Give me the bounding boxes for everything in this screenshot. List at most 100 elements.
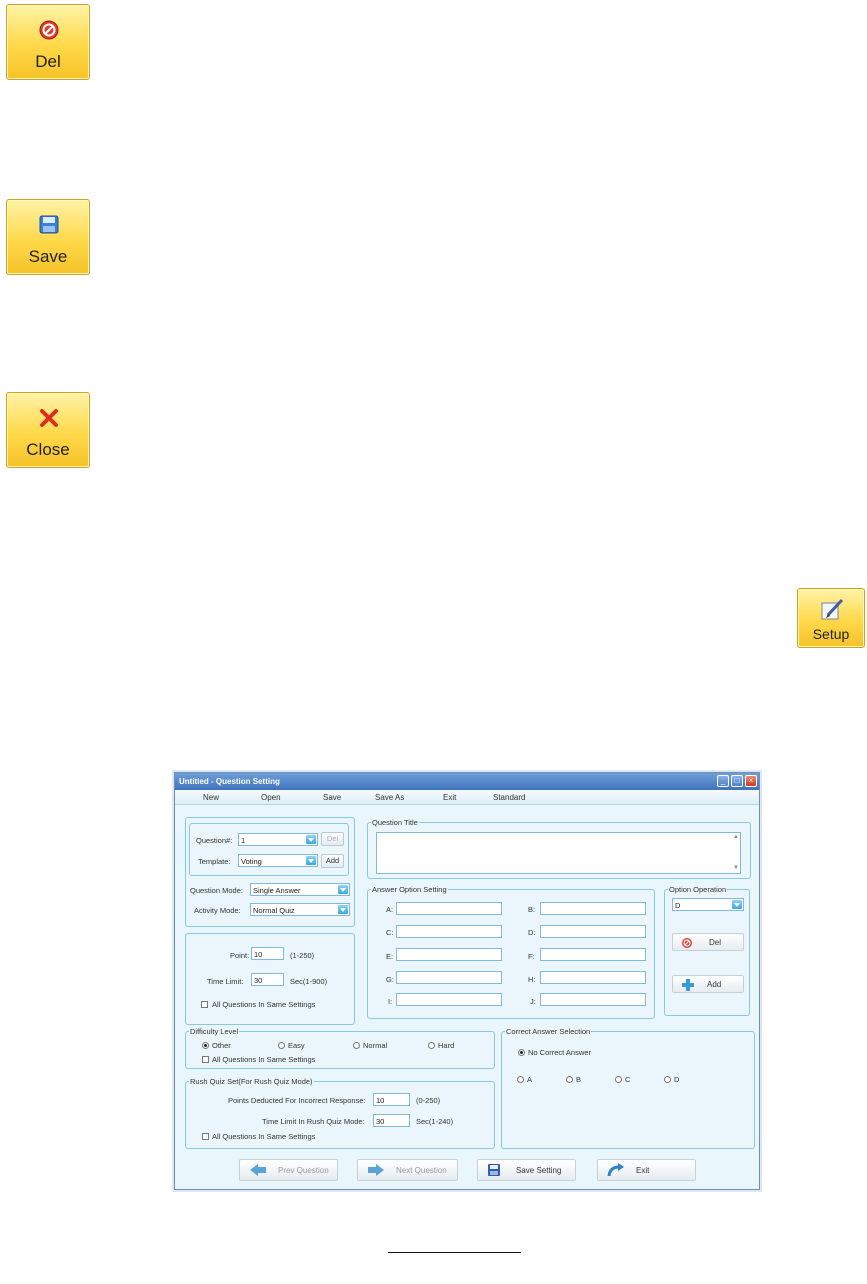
correct-c-label: C [625, 1075, 631, 1084]
correct-c-radio[interactable] [615, 1076, 622, 1083]
prohibit-icon [7, 17, 89, 43]
del-button[interactable]: Del [6, 4, 90, 80]
next-question-button[interactable]: Next Question [357, 1159, 458, 1181]
minimize-button[interactable]: _ [717, 775, 729, 787]
option-e-label: E: [386, 952, 394, 961]
menu-open[interactable]: Open [261, 793, 281, 802]
question-title-input[interactable] [376, 832, 741, 874]
option-e-input[interactable] [396, 948, 502, 961]
menu-new[interactable]: New [203, 793, 219, 802]
difficulty-hard-radio[interactable] [428, 1042, 435, 1049]
maximize-button[interactable]: □ [731, 775, 743, 787]
add-arrow-icon [681, 979, 695, 993]
option-f-input[interactable] [540, 948, 646, 961]
menu-save[interactable]: Save [323, 793, 341, 802]
window-close-button[interactable]: × [745, 775, 757, 787]
option-operation-value: D [675, 901, 681, 910]
rush-same-settings-checkbox[interactable] [202, 1133, 209, 1140]
difficulty-other-label: Other [212, 1041, 231, 1050]
difficulty-easy-radio[interactable] [278, 1042, 285, 1049]
difficulty-other-radio[interactable] [202, 1042, 209, 1049]
rush-time-input[interactable]: 30 [373, 1114, 410, 1127]
chevron-down-icon[interactable] [732, 900, 742, 909]
question-number-label: Question#: [196, 836, 233, 845]
rush-quiz-legend: Rush Quiz Set(For Rush Quiz Mode) [189, 1077, 314, 1086]
activity-mode-label: Activity Mode: [194, 906, 241, 915]
option-del-button[interactable]: Del [672, 933, 744, 951]
question-title-legend: Question Title [371, 818, 419, 827]
template-add-button[interactable]: Add [321, 854, 344, 868]
correct-b-radio[interactable] [566, 1076, 573, 1083]
question-mode-combo[interactable]: Single Answer [250, 883, 350, 896]
time-limit-range: Sec(1-900) [290, 977, 328, 986]
difficulty-legend: Difficulty Level [189, 1027, 240, 1036]
scroll-down-icon[interactable]: ▼ [732, 865, 740, 873]
template-value: Voting [241, 857, 262, 866]
option-i-input[interactable] [396, 993, 502, 1006]
rush-deduct-input[interactable]: 10 [373, 1093, 410, 1106]
no-correct-answer-radio[interactable] [518, 1049, 525, 1056]
difficulty-same-settings-checkbox[interactable] [202, 1056, 209, 1063]
option-add-button[interactable]: Add [672, 975, 744, 993]
time-limit-input[interactable]: 30 [251, 973, 284, 986]
question-number-combo[interactable]: 1 [238, 833, 318, 846]
chevron-down-icon[interactable] [338, 905, 348, 914]
setup-button[interactable]: Setup [797, 588, 865, 648]
option-c-input[interactable] [396, 925, 502, 938]
correct-b-label: B [576, 1075, 582, 1084]
scroll-up-icon[interactable]: ▲ [732, 834, 740, 842]
correct-a-radio[interactable] [517, 1076, 524, 1083]
prohibit-icon [681, 937, 693, 951]
exit-button[interactable]: Exit [597, 1159, 696, 1181]
setup-button-label: Setup [812, 626, 850, 642]
del-button-label: Del [35, 52, 61, 71]
option-j-label: J: [530, 997, 536, 1006]
prev-question-button[interactable]: Prev Question [239, 1159, 338, 1181]
chevron-down-icon[interactable] [306, 835, 316, 844]
point-input[interactable]: 10 [251, 947, 284, 960]
points-same-settings-label: All Questions In Same Settings [212, 1000, 316, 1009]
option-g-input[interactable] [396, 971, 502, 984]
arrow-right-icon [366, 1163, 386, 1179]
no-correct-answer-label: No Correct Answer [528, 1048, 591, 1057]
question-number-value: 1 [241, 836, 246, 845]
option-h-input[interactable] [540, 971, 646, 984]
rush-deduct-range: (0-250) [416, 1096, 441, 1105]
option-g-label: G: [386, 975, 394, 984]
chevron-down-icon[interactable] [338, 885, 348, 894]
points-same-settings-checkbox[interactable] [201, 1001, 208, 1008]
option-b-input[interactable] [540, 902, 646, 915]
rush-time-range: Sec(1-240) [416, 1117, 454, 1126]
menu-standard[interactable]: Standard [493, 793, 525, 802]
option-h-label: H: [528, 975, 536, 984]
option-d-input[interactable] [540, 925, 646, 938]
save-button[interactable]: Save [6, 199, 90, 275]
rush-time-label: Time Limit In Rush Quiz Mode: [262, 1117, 365, 1126]
chevron-down-icon[interactable] [306, 856, 316, 865]
menu-exit[interactable]: Exit [443, 793, 456, 802]
activity-mode-combo[interactable]: Normal Quiz [250, 903, 350, 916]
rush-deduct-label: Points Deducted For Incorrect Response: [228, 1096, 366, 1105]
point-range: (1-250) [290, 951, 315, 960]
save-button-label: Save [28, 247, 68, 266]
close-button-label: Close [26, 440, 70, 459]
floppy-disk-icon [7, 212, 89, 238]
question-number-group [189, 823, 349, 876]
difficulty-normal-radio[interactable] [353, 1042, 360, 1049]
correct-d-radio[interactable] [664, 1076, 671, 1083]
arrow-left-icon [248, 1163, 268, 1179]
option-operation-combo[interactable]: D [672, 898, 744, 911]
time-limit-label: Time Limit: [207, 977, 244, 986]
menu-save-as[interactable]: Save As [375, 793, 404, 802]
rush-same-settings-label: All Questions In Same Settings [212, 1132, 316, 1141]
close-button[interactable]: Close [6, 392, 90, 468]
activity-mode-value: Normal Quiz [253, 906, 295, 915]
save-setting-button[interactable]: Save Setting [477, 1159, 576, 1181]
answer-option-legend: Answer Option Setting [371, 885, 448, 894]
option-j-input[interactable] [540, 993, 646, 1006]
question-del-button[interactable]: Del [321, 832, 344, 846]
option-a-input[interactable] [396, 902, 502, 915]
template-combo[interactable]: Voting [238, 854, 318, 867]
correct-a-label: A [527, 1075, 533, 1084]
template-label: Template: [198, 857, 231, 866]
